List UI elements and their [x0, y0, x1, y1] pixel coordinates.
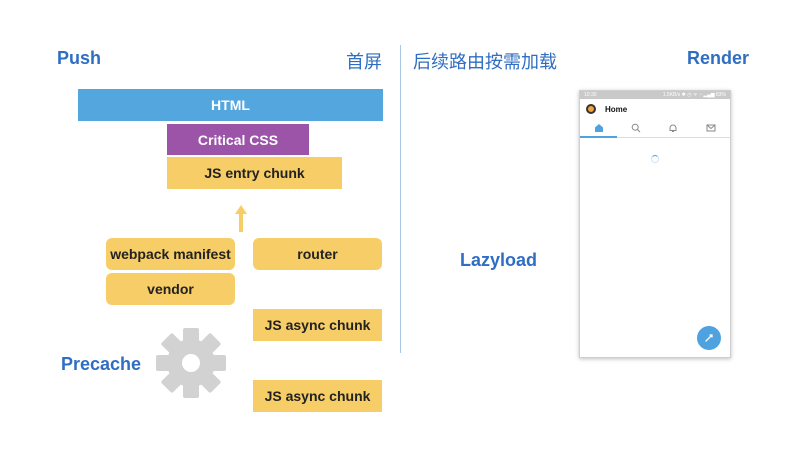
tab-bar	[580, 119, 730, 138]
render-label: Render	[687, 48, 750, 68]
search-tab-icon	[631, 123, 641, 133]
compose-button[interactable]	[697, 326, 721, 350]
js-async-chunk-2: JS async chunk	[253, 380, 382, 412]
app-bar: Home	[580, 99, 730, 119]
critical-css-text: Critical CSS	[197, 131, 279, 148]
tab-search[interactable]	[629, 122, 643, 134]
webpack-manifest-chunk: webpack manifest	[106, 238, 235, 270]
vendor-chunk: vendor	[106, 273, 235, 305]
status-bar: 10:30 1.5KB/s ✱ ◷ ᯤ ◔ ▂▄▆ 83%	[580, 91, 730, 99]
lazyload-label: Lazyload	[460, 250, 538, 270]
active-tab-indicator	[580, 136, 617, 138]
precache-label: Precache	[61, 354, 142, 374]
home-tab-icon	[595, 124, 603, 132]
tab-home[interactable]	[592, 122, 606, 134]
lazy-on-demand-label: 后续路由按需加载	[413, 52, 557, 73]
tab-messages[interactable]	[704, 122, 718, 134]
first-screen-label: 首屏	[346, 52, 382, 73]
bell-tab-icon	[669, 124, 677, 132]
phone-screenshot: 10:30 1.5KB/s ✱ ◷ ᯤ ◔ ▂▄▆ 83% Home	[579, 90, 731, 358]
status-indicators: 1.5KB/s ✱ ◷ ᯤ ◔ ▂▄▆ 83%	[662, 92, 726, 98]
tab-notifications[interactable]	[666, 122, 680, 134]
compose-fab-icon	[705, 334, 713, 342]
js-async-chunk-1: JS async chunk	[253, 309, 382, 341]
html-bar: HTML	[78, 89, 383, 121]
gear-icon	[156, 328, 226, 398]
push-label: Push	[57, 48, 102, 68]
js-entry-chunk-bar: JS entry chunk	[167, 157, 342, 189]
loading-spinner	[651, 155, 659, 163]
critical-css-bar: Critical CSS	[167, 124, 309, 155]
mail-tab-icon	[706, 124, 716, 132]
app-title: Home	[605, 104, 628, 114]
up-arrow-icon	[235, 205, 247, 232]
avatar[interactable]	[586, 104, 596, 114]
section-divider	[400, 45, 401, 353]
status-time: 10:30	[584, 92, 597, 98]
router-chunk: router	[253, 238, 382, 270]
